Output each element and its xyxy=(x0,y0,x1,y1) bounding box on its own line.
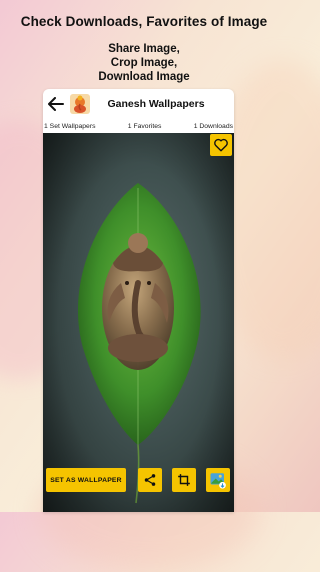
stats-bar: 1 Set Wallpapers 1 Favorites 1 Downloads xyxy=(43,119,234,133)
wallpaper-preview[interactable] xyxy=(43,133,234,512)
phone-screen: Ganesh Wallpapers 1 Set Wallpapers 1 Fav… xyxy=(43,89,234,512)
promo-subtitle: Share Image, Crop Image, Download Image xyxy=(0,42,288,84)
image-download-icon xyxy=(210,473,226,489)
crop-icon xyxy=(178,474,190,486)
downloads-count[interactable]: 1 Downloads xyxy=(194,123,233,130)
favorites-count[interactable]: 1 Favorites xyxy=(128,123,162,130)
share-button[interactable] xyxy=(138,468,162,492)
app-logo xyxy=(70,94,90,114)
set-as-wallpaper-button[interactable]: SET AS WALLPAPER xyxy=(46,468,126,492)
back-button[interactable] xyxy=(45,93,67,115)
bottom-action-bar: SET AS WALLPAPER xyxy=(43,468,234,512)
crop-button[interactable] xyxy=(172,468,196,492)
arrow-left-icon xyxy=(48,97,64,111)
heart-outline-icon xyxy=(214,138,228,152)
promo-title: Check Downloads, Favorites of Image xyxy=(20,14,268,29)
promo-line-crop: Crop Image, xyxy=(110,57,178,69)
set-wallpapers-count[interactable]: 1 Set Wallpapers xyxy=(44,123,96,130)
promo-line-download: Download Image xyxy=(98,71,190,83)
ganesh-wallpaper-image xyxy=(43,133,234,512)
favorite-button[interactable] xyxy=(210,134,232,156)
promo-line-share: Share Image, xyxy=(108,43,180,55)
download-button[interactable] xyxy=(206,468,230,492)
app-toolbar: Ganesh Wallpapers xyxy=(43,89,234,119)
share-icon xyxy=(144,474,156,486)
app-title: Ganesh Wallpapers xyxy=(107,98,205,110)
